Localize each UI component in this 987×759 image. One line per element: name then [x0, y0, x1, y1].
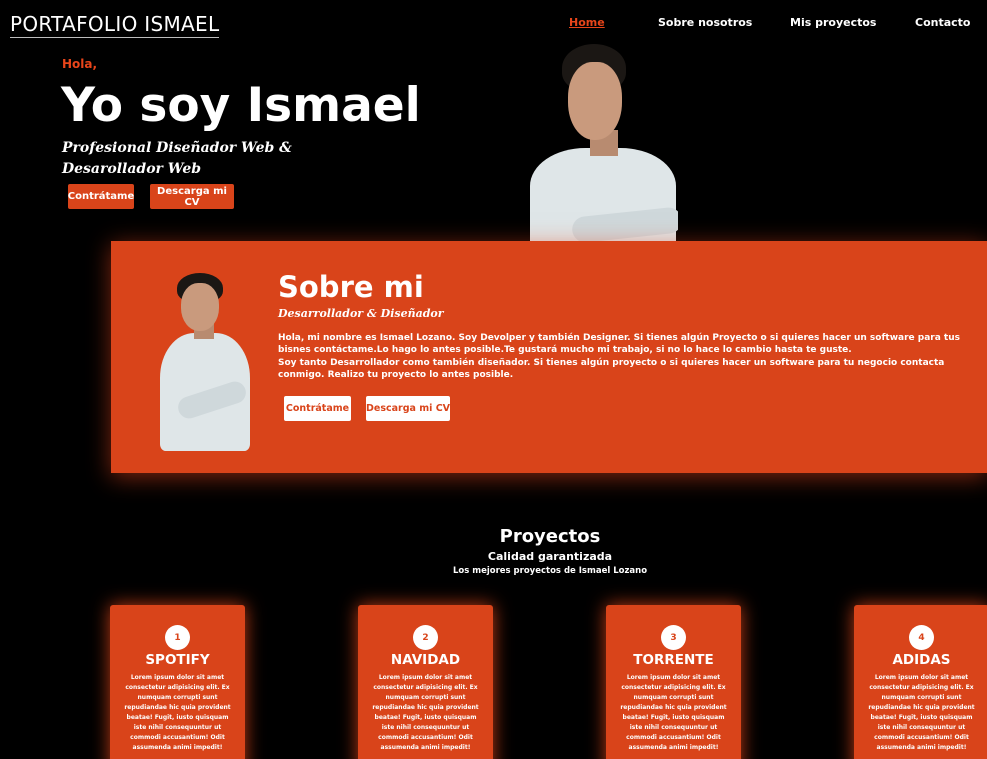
project-description: Lorem ipsum dolor sit amet consectetur a… [620, 674, 727, 751]
about-download-cv-button[interactable]: Descarga mi CV [366, 396, 450, 421]
project-title: SPOTIFY [145, 652, 210, 668]
hero-hire-button[interactable]: Contrátame [68, 184, 134, 209]
project-title: ADIDAS [892, 652, 951, 668]
project-description: Lorem ipsum dolor sit amet consectetur a… [868, 674, 975, 751]
about-text: Hola, mi nombre es Ismael Lozano. Soy De… [278, 332, 968, 381]
project-card-spotify[interactable]: 1 SPOTIFY Lorem ipsum dolor sit amet con… [110, 605, 245, 759]
projects-description: Los mejores proyectos de Ismael Lozano [452, 566, 648, 576]
project-description: Lorem ipsum dolor sit amet consectetur a… [124, 674, 231, 751]
hero-greeting: Hola, [62, 57, 98, 71]
project-number-badge: 4 [909, 625, 934, 650]
hero-title: Yo soy Ismael [61, 78, 421, 133]
projects-title: Proyectos [499, 526, 601, 547]
nav-contacto[interactable]: Contacto [915, 16, 970, 29]
project-card-navidad[interactable]: 2 NAVIDAD Lorem ipsum dolor sit amet con… [358, 605, 493, 759]
about-paragraph: Soy tanto Desarrollador como también dis… [278, 358, 945, 380]
projects-subtitle: Calidad garantizada [487, 550, 613, 563]
nav-mis-proyectos[interactable]: Mis proyectos [790, 16, 876, 29]
project-description: Lorem ipsum dolor sit amet consectetur a… [372, 674, 479, 751]
about-paragraph: Hola, mi nombre es Ismael Lozano. Soy De… [278, 333, 960, 355]
portfolio-page: PORTAFOLIO ISMAEL Home Sobre nosotros Mi… [0, 0, 987, 759]
nav-home[interactable]: Home [569, 16, 605, 29]
about-title: Sobre mi [278, 270, 424, 304]
project-number-badge: 3 [661, 625, 686, 650]
nav-sobre-nosotros[interactable]: Sobre nosotros [658, 16, 752, 29]
project-number-badge: 2 [413, 625, 438, 650]
hero-portrait [528, 42, 678, 241]
hero-download-cv-button[interactable]: Descarga mi CV [150, 184, 234, 209]
about-hire-button[interactable]: Contrátame [284, 396, 351, 421]
project-number-badge: 1 [165, 625, 190, 650]
about-subtitle: Desarrollador & Diseñador [278, 307, 444, 320]
about-portrait [157, 271, 253, 451]
project-card-adidas[interactable]: 4 ADIDAS Lorem ipsum dolor sit amet cons… [854, 605, 987, 759]
site-logo[interactable]: PORTAFOLIO ISMAEL [10, 12, 220, 38]
project-card-torrente[interactable]: 3 TORRENTE Lorem ipsum dolor sit amet co… [606, 605, 741, 759]
project-title: NAVIDAD [390, 652, 461, 668]
about-section: Sobre mi Desarrollador & Diseñador Hola,… [111, 241, 987, 473]
project-title: TORRENTE [633, 652, 714, 668]
hero-subtitle: Profesional Diseñador Web & Desarollador… [62, 140, 292, 177]
